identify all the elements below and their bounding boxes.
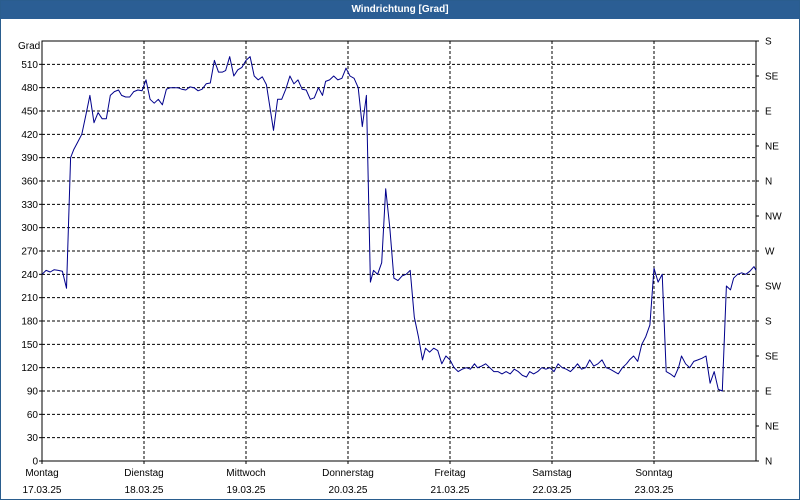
right-axis-label: NW (765, 212, 782, 223)
y-tick-label: 360 (21, 177, 38, 188)
y-tick-label: 150 (21, 340, 38, 351)
x-tick-date: 17.03.25 (23, 485, 62, 496)
x-tick-date: 20.03.25 (329, 485, 368, 496)
y-tick-labels: 0 30 60 90 120 150 180 210 240 270 300 330 360 390 420… (21, 60, 42, 468)
chart-window: Windrichtung [Grad] Grad 0 30 60 90 120 150 18… (0, 0, 800, 500)
right-axis-label: W (765, 247, 775, 258)
y-tick-label: 120 (21, 363, 38, 374)
right-axis-label: SW (765, 282, 782, 293)
right-axis-label: E (765, 387, 772, 398)
right-axis-label: S (765, 37, 772, 48)
series-line (41, 56, 757, 392)
y-tick-label: 180 (21, 317, 38, 328)
y-tick-label: 60 (27, 410, 39, 421)
x-tick-date: 18.03.25 (125, 485, 164, 496)
y-tick-label: 90 (27, 387, 39, 398)
chart-svg: Grad 0 30 60 90 120 150 180 210 240 270 300 330 360 3… (18, 37, 782, 497)
y-tick-label: 240 (21, 270, 38, 281)
y-tick-label: 210 (21, 293, 38, 304)
right-axis-label: S (765, 317, 772, 328)
y-axis-label: Grad (18, 41, 40, 52)
x-tick-weekday: Montag (25, 468, 58, 479)
right-axis-label: NE (765, 422, 779, 433)
y-tick-label: 510 (21, 60, 38, 71)
grid-lines (42, 41, 756, 461)
right-axis-label: NE (765, 142, 779, 153)
right-axis-label: N (765, 457, 772, 468)
right-axis-labels: N NE E SE S SW W NW N NE E SE S (756, 37, 782, 468)
x-tick-labels: Montag 17.03.25 Dienstag 18.03.25 Mittwoch 19… (23, 461, 674, 496)
y-tick-label: 450 (21, 107, 38, 118)
y-tick-label: 30 (27, 433, 39, 444)
x-tick-weekday: Freitag (434, 468, 465, 479)
right-axis-label: SE (765, 72, 779, 83)
x-tick-weekday: Mittwoch (226, 468, 265, 479)
right-axis-label: N (765, 177, 772, 188)
y-tick-label: 330 (21, 200, 38, 211)
x-tick-weekday: Dienstag (124, 468, 163, 479)
y-tick-label: 270 (21, 247, 38, 258)
right-axis-label: SE (765, 352, 779, 363)
x-tick-weekday: Samstag (532, 468, 571, 479)
x-tick-date: 19.03.25 (227, 485, 266, 496)
y-tick-label: 480 (21, 83, 38, 94)
x-tick-date: 23.03.25 (635, 485, 674, 496)
x-tick-weekday: Sonntag (635, 468, 672, 479)
x-tick-date: 22.03.25 (533, 485, 572, 496)
y-tick-label: 300 (21, 223, 38, 234)
right-axis-label: E (765, 107, 772, 118)
y-tick-label: 390 (21, 153, 38, 164)
x-tick-weekday: Donnerstag (322, 468, 374, 479)
y-tick-label: 0 (32, 457, 38, 468)
y-tick-label: 420 (21, 130, 38, 141)
series-layer (41, 56, 757, 392)
x-tick-date: 21.03.25 (431, 485, 470, 496)
